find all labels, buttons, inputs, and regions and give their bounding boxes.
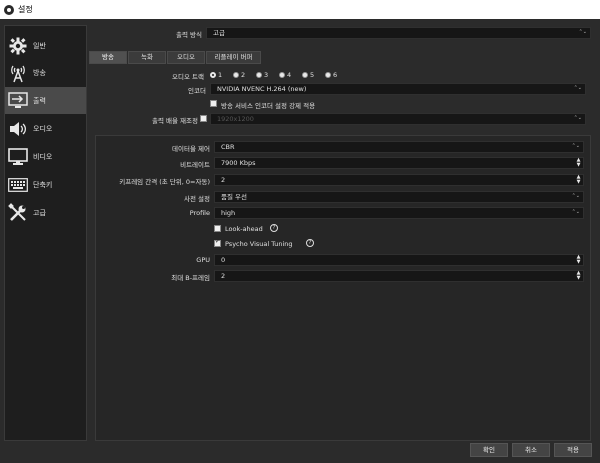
rescale-checkbox[interactable] — [200, 115, 207, 122]
radio-label: 1 — [218, 71, 223, 79]
bitrate-label: 비트레이트 — [180, 161, 210, 169]
ok-button[interactable]: 확인 — [470, 443, 508, 457]
sidebar-item-label: 출력 — [33, 96, 46, 105]
bitrate-value: 7900 Kbps — [221, 159, 256, 167]
sidebar-item-video[interactable]: 비디오 — [5, 143, 86, 170]
bframes-label: 최대 B-프레임 — [171, 274, 210, 282]
radio-icon — [325, 72, 331, 78]
output-monitor-icon — [7, 91, 29, 111]
keyframe-value: 2 — [221, 176, 226, 184]
enforce-service-checkbox[interactable] — [210, 100, 217, 107]
gear-icon — [7, 36, 29, 56]
spin-arrows-icon[interactable]: ▲ ▼ — [575, 271, 582, 281]
radio-icon — [302, 72, 308, 78]
enforce-service-label: 방송 서비스 인코더 설정 강제 적용 — [221, 102, 316, 110]
settings-client: 일반 방송 출력 오디오 비디오 단축키 고급 출력 방식 고급 ⌃⌄ 방송 녹… — [0, 19, 600, 463]
obs-logo-icon — [4, 4, 14, 15]
audio-track-label: 오디오 트랙 — [172, 73, 204, 81]
tab-audio[interactable]: 오디오 — [167, 51, 205, 64]
output-mode-label: 출력 방식 — [176, 31, 202, 39]
keyframe-spinbox[interactable]: 2 ▲ ▼ — [214, 174, 584, 186]
bframes-value: 2 — [221, 272, 226, 280]
encoder-select[interactable]: NVIDIA NVENC H.264 (new) — [210, 83, 586, 95]
tab-replay-buffer[interactable]: 리플레이 버퍼 — [206, 51, 261, 64]
monitor-icon — [7, 147, 29, 167]
keyboard-icon — [7, 175, 29, 195]
spin-arrows-icon[interactable]: ▲ ▼ — [575, 158, 582, 168]
tab-recording[interactable]: 녹화 — [128, 51, 166, 64]
sidebar-item-hotkeys[interactable]: 단축키 — [5, 171, 86, 198]
radio-checked-icon — [210, 72, 216, 78]
rate-control-label: 데이터율 제어 — [172, 145, 210, 153]
psycho-visual-label: Psycho Visual Tuning — [225, 240, 293, 248]
radio-label: 6 — [333, 71, 338, 79]
sidebar-item-audio[interactable]: 오디오 — [5, 115, 86, 142]
sidebar-item-label: 일반 — [33, 41, 46, 50]
preset-label: 사전 설정 — [184, 195, 210, 203]
radio-label: 2 — [241, 71, 246, 79]
psycho-visual-checkbox[interactable] — [214, 238, 221, 247]
lookahead-checkbox[interactable] — [214, 225, 221, 232]
radio-label: 4 — [287, 71, 292, 79]
rate-control-value: CBR — [221, 143, 235, 151]
sidebar-item-advanced[interactable]: 고급 — [5, 199, 86, 226]
sidebar-item-label: 고급 — [33, 208, 46, 217]
tab-stream[interactable]: 방송 — [89, 51, 127, 64]
help-icon[interactable]: ? — [270, 224, 278, 232]
audio-track-radio-2[interactable]: 2 — [233, 71, 245, 79]
sidebar-item-label: 방송 — [33, 68, 46, 77]
radio-icon — [233, 72, 239, 78]
encoder-label: 인코더 — [188, 87, 206, 95]
audio-track-radio-5[interactable]: 5 — [302, 71, 314, 79]
spin-arrows-icon[interactable]: ▲ ▼ — [575, 175, 582, 185]
profile-select[interactable]: high — [214, 207, 584, 219]
sidebar-item-label: 단축키 — [33, 180, 53, 189]
radio-icon — [279, 72, 285, 78]
help-icon[interactable]: ? — [306, 239, 314, 247]
sidebar-item-output[interactable]: 출력 — [5, 87, 86, 114]
cancel-button[interactable]: 취소 — [512, 443, 550, 457]
sidebar-item-general[interactable]: 일반 — [5, 32, 86, 59]
gpu-spinbox[interactable]: 0 ▲ ▼ — [214, 254, 584, 266]
window-title: 설정 — [18, 5, 33, 14]
audio-track-radio-3[interactable]: 3 — [256, 71, 268, 79]
output-mode-select[interactable]: 고급 — [206, 27, 591, 39]
title-bar: 설정 — [0, 0, 600, 19]
sidebar-item-stream[interactable]: 방송 — [5, 59, 86, 86]
profile-label: Profile — [189, 209, 210, 217]
preset-select[interactable]: 품질 우선 — [214, 191, 584, 203]
settings-sidebar: 일반 방송 출력 오디오 비디오 단축키 고급 — [4, 25, 87, 441]
rescale-value: 1920x1200 — [217, 115, 254, 123]
profile-value: high — [221, 209, 236, 217]
sidebar-item-label: 비디오 — [33, 152, 53, 161]
radio-icon — [256, 72, 262, 78]
radio-label: 5 — [310, 71, 315, 79]
output-mode-value: 고급 — [213, 29, 225, 37]
gpu-label: GPU — [196, 256, 210, 264]
spin-arrows-icon[interactable]: ▲ ▼ — [575, 255, 582, 265]
preset-value: 품질 우선 — [221, 193, 247, 201]
radio-label: 3 — [264, 71, 269, 79]
encoder-value: NVIDIA NVENC H.264 (new) — [217, 85, 307, 93]
audio-track-radio-6[interactable]: 6 — [325, 71, 337, 79]
sidebar-item-label: 오디오 — [33, 124, 53, 133]
gpu-value: 0 — [221, 256, 226, 264]
rate-control-select[interactable]: CBR — [214, 141, 584, 153]
rescale-select: 1920x1200 — [210, 113, 586, 125]
keyframe-label: 키프레임 간격 (초 단위, 0=자동) — [119, 178, 210, 186]
lookahead-label: Look-ahead — [225, 225, 263, 233]
audio-track-radio-4[interactable]: 4 — [279, 71, 291, 79]
apply-button[interactable]: 적용 — [554, 443, 592, 457]
speaker-icon — [7, 119, 29, 139]
audio-track-radio-1[interactable]: 1 — [210, 71, 222, 79]
rescale-label: 출력 배율 재조정 — [152, 117, 198, 125]
broadcast-antenna-icon — [7, 63, 29, 83]
tools-icon — [7, 202, 29, 223]
bitrate-spinbox[interactable]: 7900 Kbps ▲ ▼ — [214, 157, 584, 169]
bframes-spinbox[interactable]: 2 ▲ ▼ — [214, 270, 584, 282]
